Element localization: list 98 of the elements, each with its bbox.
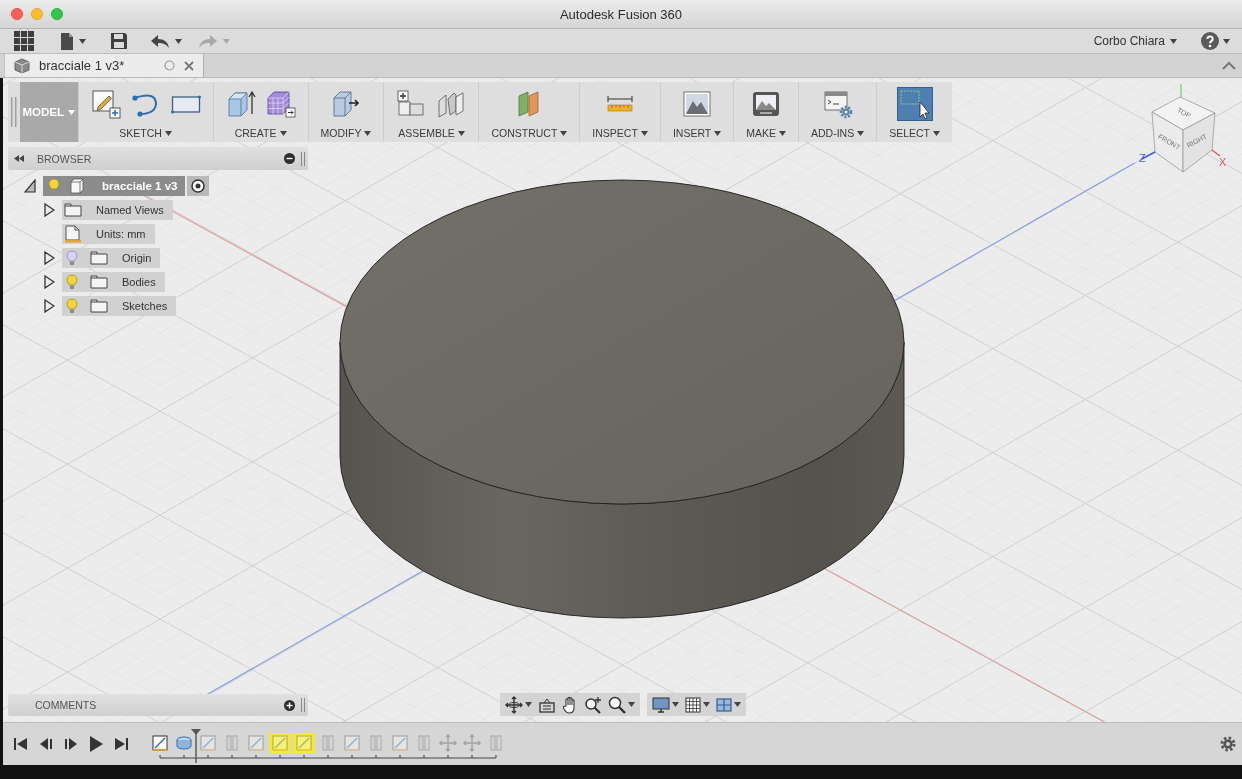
drag-handle-icon[interactable] [11, 97, 17, 127]
axis-line [1141, 151, 1156, 160]
caret-icon[interactable] [857, 130, 865, 136]
pan-hand-icon[interactable] [561, 695, 578, 714]
collapsed-triangle-icon[interactable] [43, 251, 55, 265]
user-menu-button[interactable]: Corbo Chiara [1093, 34, 1177, 48]
cursor-icon[interactable] [896, 87, 933, 121]
document-tab[interactable]: bracciale 1 v3* [4, 54, 204, 77]
menu-button[interactable]: SKETCH [119, 127, 172, 139]
viewports-icon[interactable] [715, 697, 732, 712]
grid-icon[interactable] [684, 696, 701, 713]
caret-icon[interactable] [524, 702, 532, 707]
help-icon[interactable] [1201, 32, 1219, 50]
zoom-window-icon[interactable] [583, 695, 602, 714]
skip-start-icon[interactable] [14, 737, 28, 751]
menu-button[interactable]: CONSTRUCT [491, 127, 568, 139]
menu-button[interactable]: ASSEMBLE [398, 127, 465, 139]
menu-button[interactable]: MODIFY [320, 127, 372, 139]
script-gear-icon[interactable] [822, 89, 853, 119]
menu-button[interactable]: INSERT [672, 127, 722, 139]
minus-circle-icon[interactable] [284, 153, 295, 164]
collapsed-triangle-icon[interactable] [43, 275, 55, 289]
caret-icon[interactable] [627, 702, 635, 707]
sketch-sheet-icon[interactable] [149, 732, 171, 753]
settings-icon[interactable] [1220, 736, 1236, 752]
folder-icon [90, 251, 108, 265]
axis-line [1211, 149, 1221, 157]
play-icon[interactable] [89, 736, 103, 752]
caret-icon[interactable] [778, 130, 786, 136]
caret-icon[interactable] [1223, 38, 1230, 44]
caret-icon[interactable] [671, 702, 679, 707]
window-title: Autodesk Fusion 360 [559, 6, 683, 22]
collapsed-triangle-icon[interactable] [43, 203, 55, 217]
caret-icon[interactable] [175, 38, 182, 44]
boxes-plus-icon[interactable] [396, 89, 427, 119]
orbit-icon[interactable] [504, 695, 523, 714]
tree-item[interactable]: Units: mm [62, 224, 155, 244]
component-box-icon [70, 178, 84, 194]
caret-icon[interactable] [279, 130, 287, 136]
menu-button[interactable]: MAKE [746, 127, 786, 139]
radio-icon[interactable] [187, 176, 210, 196]
caret-icon[interactable] [79, 38, 86, 44]
undo-icon[interactable] [150, 33, 170, 49]
caret-icon[interactable] [560, 130, 568, 136]
caret-icon[interactable] [714, 130, 722, 136]
playhead-marker[interactable] [191, 728, 201, 763]
menu-button[interactable]: SELECT [889, 127, 940, 139]
grid-icon[interactable] [14, 31, 34, 51]
panel-title: BROWSER [37, 152, 92, 165]
sketch-pencil-icon[interactable] [90, 89, 121, 119]
folder-icon [90, 275, 108, 289]
plus-circle-icon[interactable] [284, 699, 295, 711]
axis-line [1180, 83, 1182, 98]
landscape-picture-icon[interactable] [682, 89, 713, 119]
zoom-icon[interactable] [607, 695, 626, 714]
caret-icon[interactable] [364, 130, 372, 136]
caret-icon[interactable] [1170, 38, 1177, 44]
framed-picture-icon[interactable] [751, 89, 782, 119]
collapsed-triangle-icon[interactable] [43, 299, 55, 313]
folder-icon [64, 203, 82, 217]
menu-button[interactable]: ADD-INS [810, 127, 865, 139]
look-at-icon[interactable] [537, 696, 556, 713]
caret-icon[interactable] [457, 130, 465, 136]
double-chevron-left-icon[interactable] [14, 155, 24, 162]
joint-icon[interactable] [436, 89, 467, 119]
menu-button[interactable]: CREATE [234, 127, 287, 139]
caret-icon[interactable] [733, 702, 741, 707]
expanded-triangle-icon[interactable] [24, 179, 36, 193]
drag-handle-icon[interactable] [301, 151, 305, 166]
caret-icon[interactable] [933, 130, 940, 136]
close-icon[interactable] [184, 60, 194, 71]
axis-label: Z [1139, 152, 1146, 164]
folder-icon [90, 299, 108, 313]
file-icon[interactable] [60, 31, 74, 51]
caret-icon[interactable] [702, 702, 710, 707]
menu-button[interactable]: INSPECT [592, 127, 648, 139]
cylinder-model[interactable] [339, 179, 905, 619]
box-arrow-icon[interactable] [225, 89, 256, 119]
drag-handle-icon[interactable] [301, 698, 305, 712]
panel-title: COMMENTS [35, 699, 97, 711]
lattice-cube-icon[interactable] [265, 89, 296, 119]
cube-icon [14, 57, 30, 74]
step-back-icon[interactable] [39, 737, 53, 751]
box-push-icon[interactable] [331, 89, 361, 119]
tree-item[interactable]: Named Views [62, 200, 173, 220]
caret-icon[interactable] [164, 130, 172, 136]
document-ruler-icon [64, 225, 82, 243]
step-forward-icon[interactable] [64, 737, 78, 751]
save-icon[interactable] [110, 32, 128, 50]
close-window-button[interactable] [11, 8, 23, 20]
caret-icon[interactable] [640, 130, 648, 136]
display-monitor-icon[interactable] [651, 696, 670, 713]
axis-label: X [1219, 156, 1227, 168]
chevron-up-icon[interactable] [1222, 61, 1236, 70]
tree-item[interactable]: Origin [62, 248, 161, 268]
skip-end-icon[interactable] [114, 737, 128, 751]
tree-item[interactable]: Bodies [62, 272, 165, 292]
tree-item[interactable]: Sketches [62, 296, 177, 316]
